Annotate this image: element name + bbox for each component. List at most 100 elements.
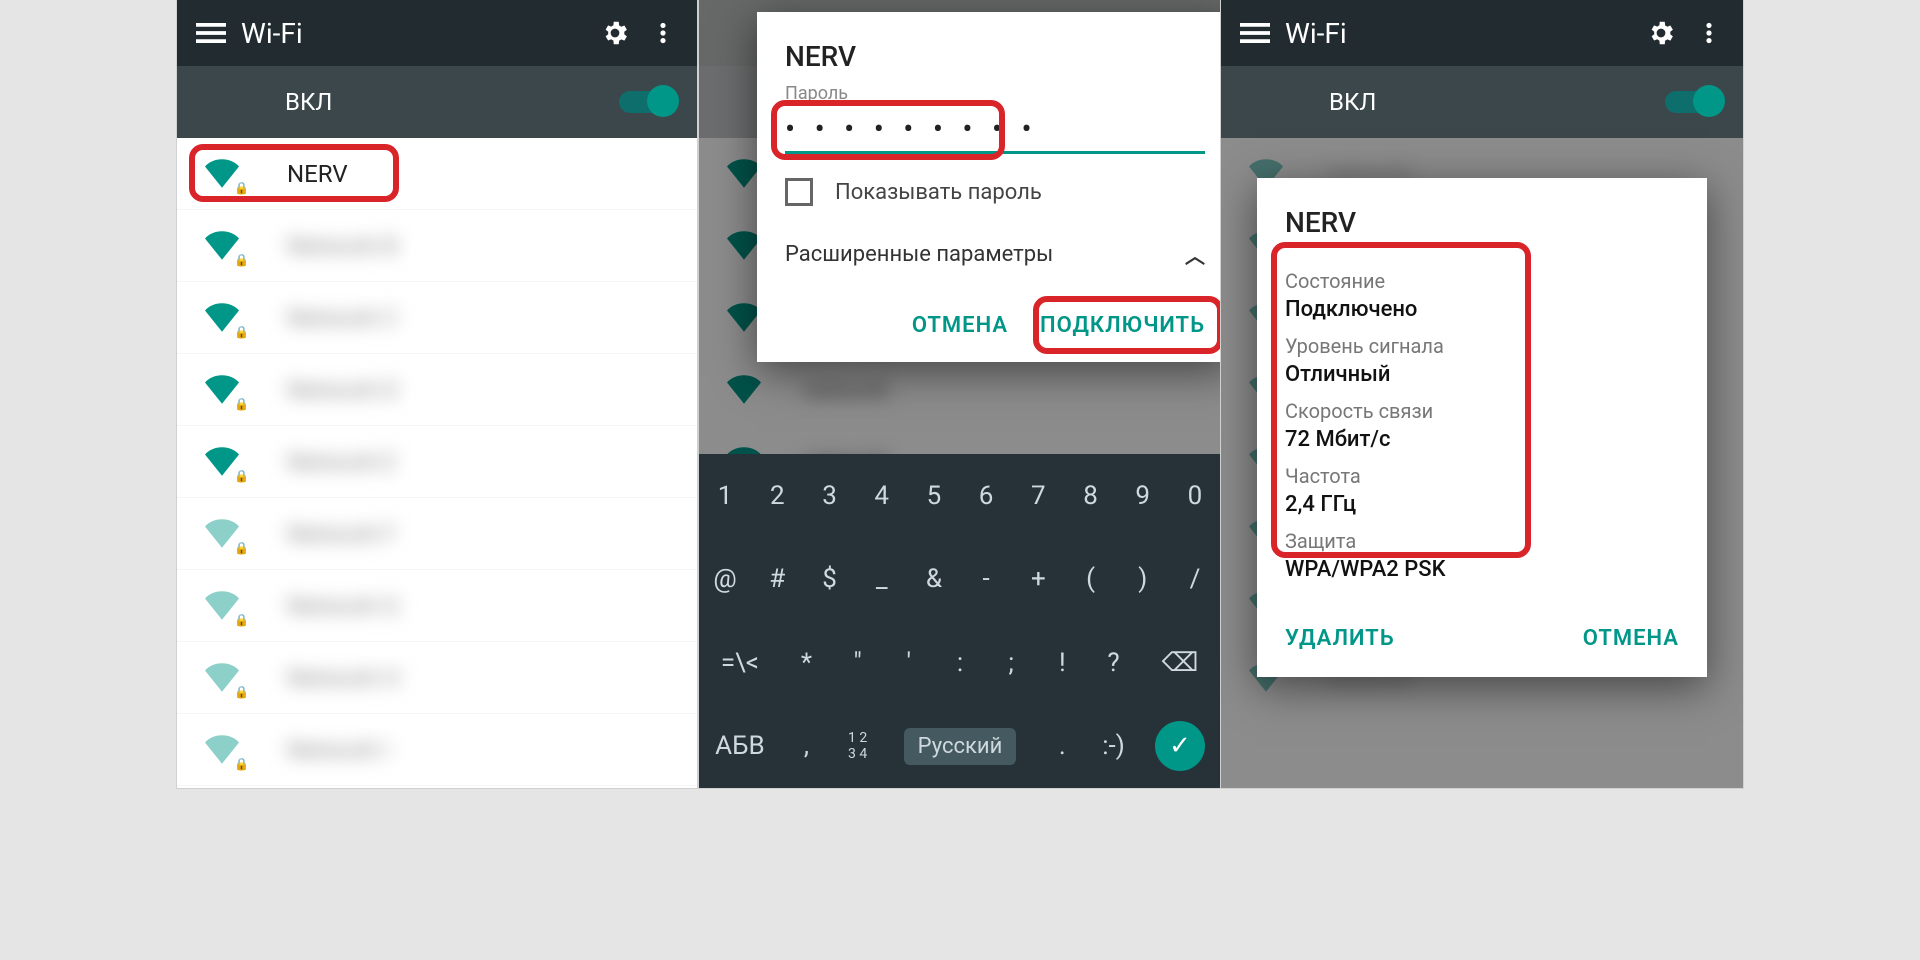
key[interactable]: 9 [1117,454,1169,538]
wifi-signal-icon: 🔒 [205,155,245,193]
key[interactable]: 2 [751,454,803,538]
chevron-up-icon: ︿ [1185,240,1205,269]
network-details-dialog: NERV СостояниеПодключено Уровень сигнала О… [1257,178,1707,677]
wifi-signal-icon: 🔒 [205,443,245,481]
key[interactable]: ) [1117,538,1169,622]
gear-icon[interactable] [1637,9,1685,57]
password-label: Пароль [757,83,1221,104]
detail-key: Уровень сигнала [1285,334,1679,358]
connect-button[interactable]: ПОДКЛЮЧИТЬ [1040,313,1205,338]
forget-button[interactable]: УДАЛИТЬ [1285,626,1395,651]
network-name: Network H [287,664,400,692]
cancel-button[interactable]: ОТМЕНА [912,313,1008,338]
network-row[interactable]: 🔒 Network E [177,426,697,498]
hamburger-icon[interactable] [1231,9,1279,57]
key[interactable]: * [781,621,832,705]
hamburger-icon[interactable] [187,9,235,57]
show-password-row[interactable]: Показывать пароль [757,154,1221,230]
symbols-shift-key[interactable]: =\< [699,621,781,705]
detail-key: Скорость связи [1285,399,1679,423]
backspace-key[interactable]: ⌫ [1139,621,1221,705]
detail-item: СостояниеПодключено [1285,269,1679,322]
space-key[interactable]: Русский [883,705,1037,789]
key[interactable]: 8 [1064,454,1116,538]
key[interactable]: 4 [856,454,908,538]
wifi-master-switch-row[interactable]: ВКЛ [1221,66,1743,138]
wifi-signal-icon: 🔒 [205,659,245,697]
app-bar: Wi-Fi [1221,0,1743,66]
detail-item: ЗащитаWPA/WPA2 PSK [1285,529,1679,582]
network-row[interactable]: 🔒Network I [177,714,697,786]
network-row[interactable]: 🔒 Network F [177,498,697,570]
wifi-toggle[interactable] [1665,91,1719,113]
numpad-toggle-key[interactable]: 1 2 3 4 [832,705,883,789]
screen-wifi-connect-dialog: networknetworknetworknetworknetwork NERV… [699,0,1221,788]
key[interactable]: # [751,538,803,622]
dialog-title: NERV [1257,178,1707,249]
enter-key[interactable]: ✓ [1139,705,1221,789]
wifi-master-switch-row[interactable]: ВКЛ [177,66,697,138]
network-row[interactable]: 🔒Network C [177,282,697,354]
key[interactable]: 1 [699,454,751,538]
details-list: СостояниеПодключено Уровень сигнала Отличн… [1257,249,1707,604]
language-indicator: Русский [904,728,1017,765]
key[interactable]: ! [1037,621,1088,705]
network-row[interactable]: 🔒 Network H [177,642,697,714]
on-screen-keyboard[interactable]: 1234567890 @#$_&-+()/ =\<*"':;!?⌫ АБВ,1 … [699,454,1221,788]
wifi-signal-icon: 🔒 [205,371,245,409]
key[interactable]: . [1037,705,1088,789]
key[interactable]: _ [856,538,908,622]
key[interactable]: " [832,621,883,705]
alpha-toggle-key[interactable]: АБВ [699,705,781,789]
key[interactable]: 3 [803,454,855,538]
detail-value: Отличный [1285,362,1679,387]
network-name: Network D [287,376,398,404]
key[interactable]: ' [883,621,934,705]
key[interactable]: ; [986,621,1037,705]
key[interactable]: 6 [960,454,1012,538]
wifi-switch-label: ВКЛ [285,88,332,116]
detail-value: WPA/WPA2 PSK [1285,557,1679,582]
cancel-button[interactable]: ОТМЕНА [1583,626,1679,651]
detail-item: Скорость связи 72 Мбит/с [1285,399,1679,452]
detail-value: 72 Мбит/с [1285,427,1679,452]
advanced-options-row[interactable]: Расширенные параметры ︿ [757,230,1221,295]
key[interactable]: - [960,538,1012,622]
network-name: Network B [287,232,398,260]
key[interactable]: + [1012,538,1064,622]
password-input[interactable]: • • • • • • • • • [785,108,1205,154]
emoji-key[interactable]: :-) [1088,705,1139,789]
connect-dialog: NERV Пароль • • • • • • • • • Показывать… [757,12,1221,362]
screen-wifi-list: Wi-Fi ВКЛ 🔒NERV🔒Network B🔒Network C🔒Netw… [177,0,697,788]
detail-item: Частота2,4 ГГц [1285,464,1679,517]
page-title: Wi-Fi [241,17,303,50]
key[interactable]: , [781,705,832,789]
network-row[interactable]: 🔒NERV [177,138,697,210]
network-row[interactable]: 🔒 Network D [177,354,697,426]
show-password-label: Показывать пароль [835,180,1042,205]
network-row[interactable]: 🔒Network G [177,570,697,642]
detail-key: Частота [1285,464,1679,488]
key[interactable]: 7 [1012,454,1064,538]
key[interactable]: @ [699,538,751,622]
wifi-signal-icon: 🔒 [205,227,245,265]
gear-icon[interactable] [591,9,639,57]
wifi-signal-icon: 🔒 [205,515,245,553]
overflow-menu-icon[interactable] [639,9,687,57]
overflow-menu-icon[interactable] [1685,9,1733,57]
network-name: Network F [287,520,396,548]
key[interactable]: ( [1064,538,1116,622]
network-name: Network I [287,736,389,764]
detail-key: Состояние [1285,269,1679,293]
network-row[interactable]: 🔒 Network B [177,210,697,282]
key[interactable]: : [934,621,985,705]
key[interactable]: $ [803,538,855,622]
network-name: Network E [287,448,396,476]
network-name: Network C [287,304,398,332]
wifi-toggle[interactable] [619,91,673,113]
key[interactable]: & [908,538,960,622]
key[interactable]: ? [1088,621,1139,705]
show-password-checkbox[interactable] [785,178,813,206]
key[interactable]: 5 [908,454,960,538]
key[interactable]: 0 [1169,454,1221,538]
